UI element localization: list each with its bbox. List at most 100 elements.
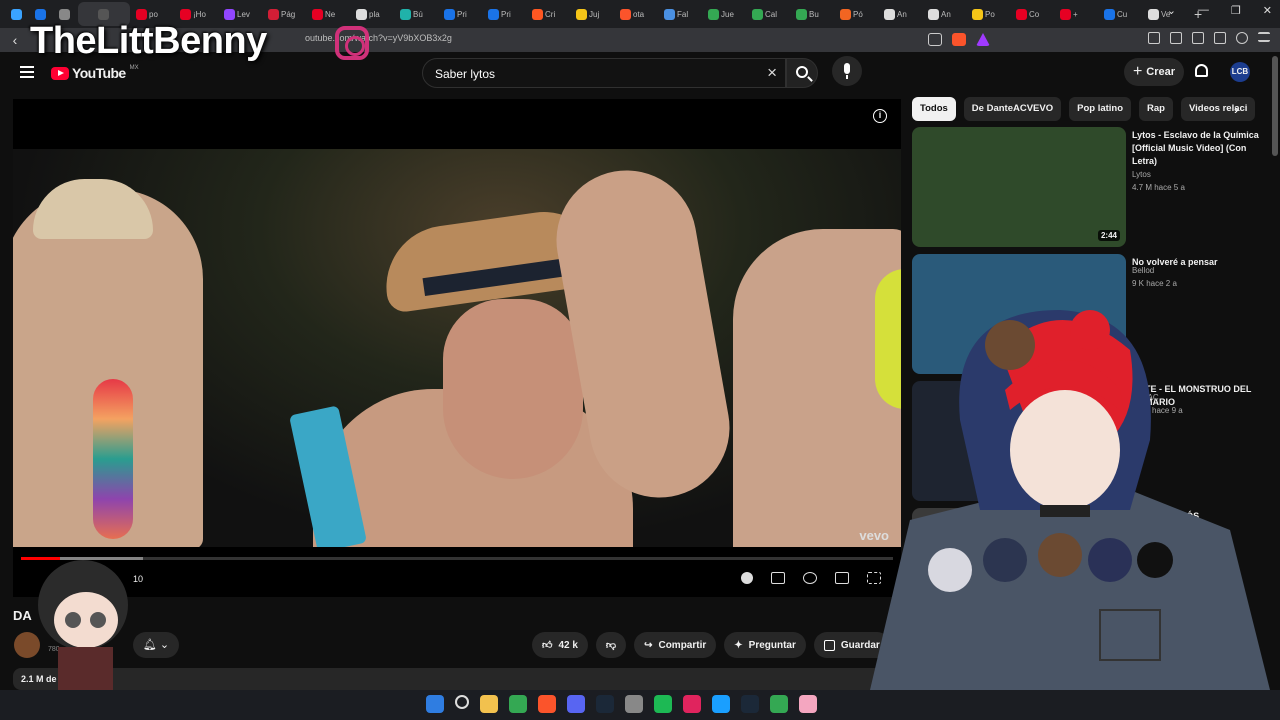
fullscreen-icon[interactable] [867,572,881,584]
close-window-button[interactable]: ✕ [1263,4,1272,17]
ask-button[interactable]: ✦ Preguntar [724,632,806,658]
tab-label: An [897,9,907,19]
browser-tab[interactable]: Po [968,2,1010,26]
app-icon[interactable] [683,695,701,713]
search-input[interactable]: Saber lytos × [422,58,786,88]
recommended-video[interactable]: 3:17 ANTE - EL MONSTRUO DEL ARMARIO anteAC… [912,381,1272,501]
dislike-button[interactable]: 👎︎ [595,632,627,658]
browser-tab[interactable]: Pri [484,2,526,26]
tab-favicon-icon [268,8,279,20]
obs-icon[interactable] [625,695,643,713]
tab-search-button[interactable]: ⌄ [1167,4,1176,17]
browser-tab[interactable]: Bu [792,2,834,26]
browser-tab[interactable]: Juj [572,2,614,26]
brave-shield-icon[interactable] [952,33,966,46]
info-icon[interactable]: i [873,109,887,123]
browser-tab[interactable]: Bú [396,2,438,26]
browser-tab[interactable]: Pág [264,2,306,26]
theater-mode-icon[interactable] [835,572,849,584]
video-frame[interactable]: vevo [13,149,901,547]
browser-tab[interactable]: Pó [836,2,878,26]
chevron-right-icon[interactable]: › [1234,101,1239,117]
browser-tab[interactable]: Ne [308,2,350,26]
video-player[interactable]: i vevo 10 [13,99,901,597]
video-title[interactable]: Lytos - Esclavo de la Química [Official … [1132,129,1262,168]
channel-name[interactable]: Lytos [1132,170,1151,179]
account-avatar[interactable]: LCB [1230,62,1250,82]
recommended-video[interactable]: No volveré a pensar Bellod 9 K hace 2 a [912,254,1272,374]
browser-tab[interactable]: Fal [660,2,702,26]
subscription-bell-button[interactable]: 🔔︎ ⌄ [133,632,179,658]
back-arrow-icon[interactable]: ‹ [4,32,26,48]
description-box[interactable]: 2.1 M de ... e 7 años [13,668,899,690]
recommended-video[interactable]: 2:44 Lytos - Esclavo de la Química [Offic… [912,127,1272,247]
recommended-video[interactable]: DANTE - ADIÓS #NIUNAMENOS DanteAC hace 7 a [912,508,1272,628]
clear-search-icon[interactable]: × [767,63,777,83]
discord-icon[interactable] [567,695,585,713]
app-icon[interactable] [712,695,730,713]
channel-name[interactable]: Bellod [1132,266,1154,275]
create-button[interactable]: + Crear [1124,58,1184,86]
video-thumbnail[interactable]: 3:17 [912,381,1126,501]
browser-tab[interactable]: ota [616,2,658,26]
chrome-icon[interactable] [509,695,527,713]
address-bar-url[interactable]: outube.com/watch?v=yV9bXOB3x2g [305,33,452,43]
browser-tab[interactable]: An [880,2,922,26]
filter-chip[interactable]: Pop latino [1069,97,1132,121]
browser-tab[interactable]: Pri [440,2,482,26]
video-thumbnail[interactable] [912,254,1126,374]
leo-ai-icon[interactable] [1214,32,1226,44]
media-control-icon[interactable] [1148,32,1160,44]
channel-name[interactable]: anteAC [1132,393,1159,402]
channel-name[interactable]: DanteAC [1132,520,1164,529]
voice-search-icon[interactable] [832,56,862,86]
brave-rewards-icon[interactable] [976,33,990,46]
maximize-button[interactable]: ❐ [1231,4,1241,17]
vpn-icon[interactable] [1236,32,1248,44]
subtitles-icon[interactable] [771,572,785,584]
autoplay-toggle-icon[interactable] [741,572,753,584]
steam-icon[interactable] [596,695,614,713]
filter-chip[interactable]: Rap [1139,97,1173,121]
video-thumbnail[interactable]: 2:44 [912,127,1126,247]
wallet-icon[interactable] [1192,32,1204,44]
browser-tab[interactable]: Cu [1100,2,1142,26]
search-button[interactable] [786,58,818,88]
filter-chip[interactable]: Todos [912,97,956,121]
channel-avatar[interactable] [14,632,40,658]
browser-tab[interactable]: Jue [704,2,746,26]
steam-icon[interactable] [741,695,759,713]
browser-tab[interactable] [6,2,28,26]
progress-bar[interactable] [21,557,893,560]
browser-tab[interactable]: Cri [528,2,570,26]
minimize-button[interactable]: — [1198,4,1209,17]
video-thumbnail[interactable] [912,508,1126,628]
app-icon[interactable] [799,695,817,713]
sidebar-icon[interactable] [1170,32,1182,44]
browser-tab[interactable]: Co [1012,2,1054,26]
browser-tab[interactable]: Cal [748,2,790,26]
chrome-icon[interactable] [770,695,788,713]
file-explorer-icon[interactable] [480,695,498,713]
taskbar-search-icon[interactable] [455,695,469,709]
filter-chip[interactable]: Videos relaci [1180,97,1256,121]
browser-tab[interactable]: An [924,2,966,26]
spotify-icon[interactable] [654,695,672,713]
browser-tab[interactable]: pla [352,2,394,26]
save-button[interactable]: Guardar [813,632,890,658]
menu-icon[interactable] [1258,32,1270,42]
page-scrollbar[interactable] [1272,56,1278,156]
windows-start-icon[interactable] [426,695,444,713]
like-button[interactable]: 👍︎ 42 k [532,632,588,658]
brave-icon[interactable] [538,695,556,713]
filter-chip[interactable]: De DanteACVEVO [963,97,1062,121]
browser-tab[interactable]: + [1056,2,1098,26]
menu-icon[interactable] [20,66,34,81]
settings-gear-icon[interactable] [803,572,817,584]
youtube-logo[interactable]: YouTube MX [51,65,139,81]
youtube-wordmark: YouTube [72,65,126,81]
notifications-bell-icon[interactable] [1195,64,1208,77]
install-app-icon[interactable] [928,33,942,46]
share-icon: ↪ [644,639,653,651]
share-button[interactable]: ↪ Compartir [634,632,717,658]
